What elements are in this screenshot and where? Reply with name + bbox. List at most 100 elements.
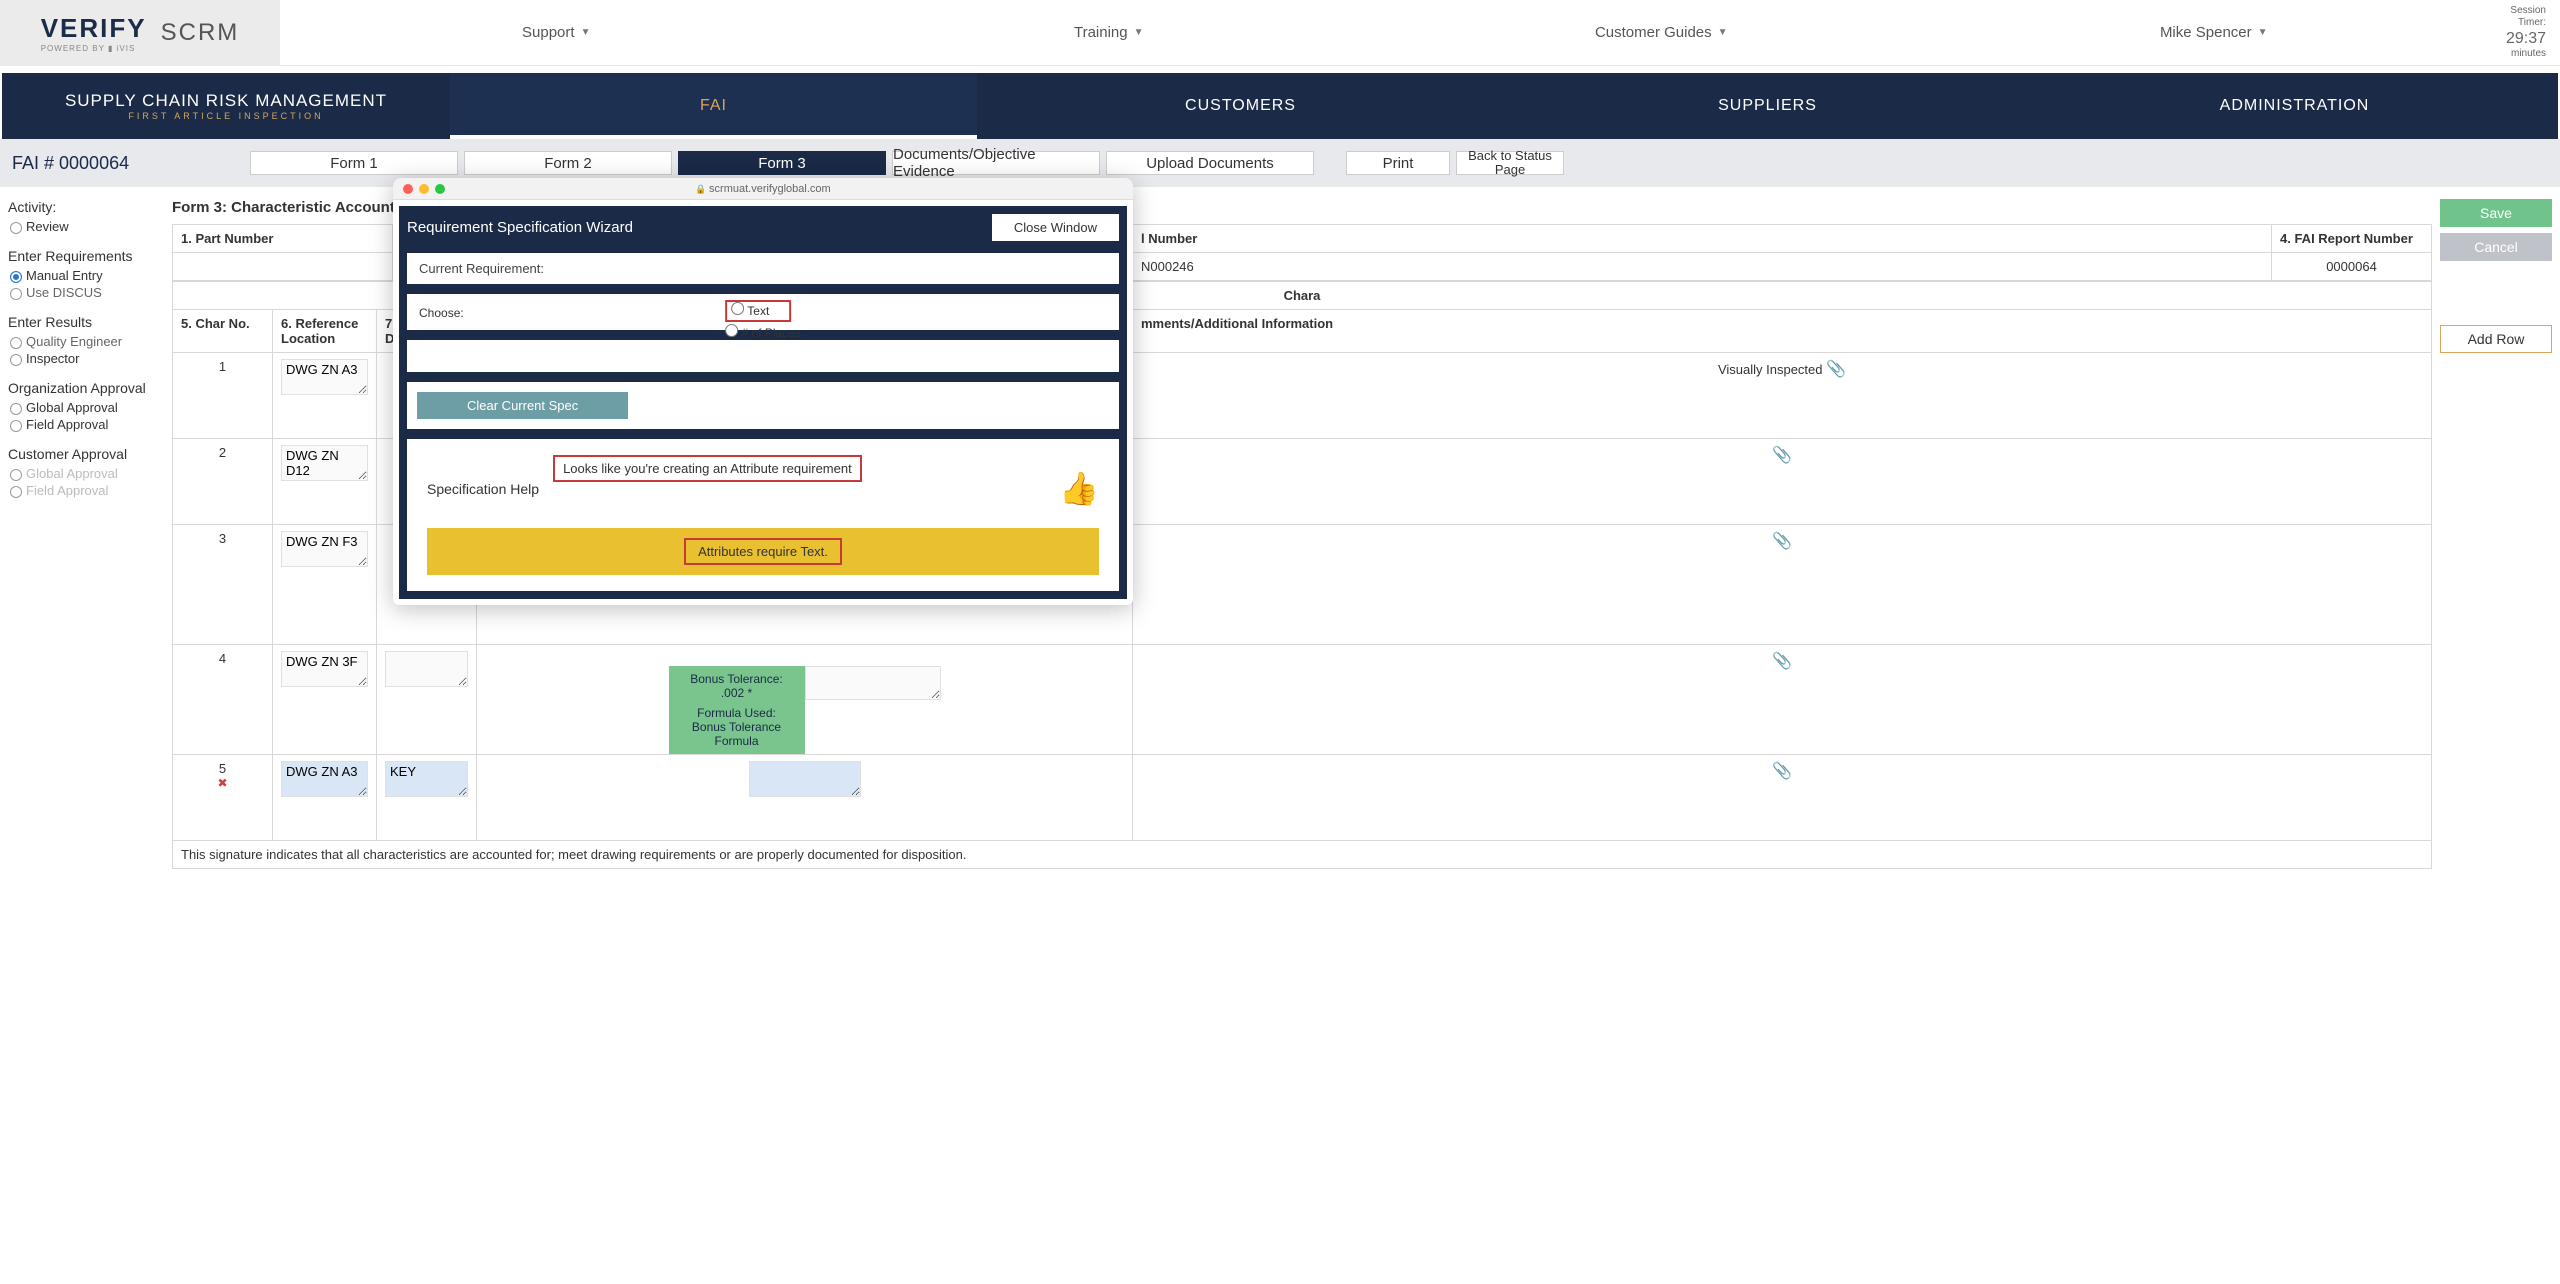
logo-box: VERIFY POWERED BY ▮ iVIS SCRM <box>0 0 280 66</box>
back-line1: Back to Status <box>1468 149 1552 163</box>
radio-places[interactable]: # of Places <box>725 324 801 340</box>
guides-label: Customer Guides <box>1595 24 1712 41</box>
clear-spec-button[interactable]: Clear Current Spec <box>417 392 628 419</box>
tab-suppliers[interactable]: SUPPLIERS <box>1504 73 2031 139</box>
print-button[interactable]: Print <box>1346 151 1450 175</box>
enter-res-head: Enter Results <box>8 314 164 330</box>
support-label: Support <box>522 24 575 41</box>
radio-quality-engineer[interactable]: Quality Engineer <box>8 334 164 349</box>
support-menu[interactable]: Support▼ <box>280 24 833 41</box>
ref-input-4[interactable] <box>281 651 368 687</box>
ref-input-2[interactable] <box>281 445 368 481</box>
ref-input-1[interactable] <box>281 359 368 395</box>
radio-manual-entry[interactable]: Manual Entry <box>8 268 164 283</box>
tab-customers[interactable]: CUSTOMERS <box>977 73 1504 139</box>
result-input-4[interactable] <box>805 666 941 700</box>
session-timer: Session Timer: 29:37 minutes <box>2490 5 2560 60</box>
top-links: Support▼ Training▼ Customer Guides▼ Mike… <box>280 24 2490 41</box>
session-label3: minutes <box>2490 48 2546 60</box>
add-row-button[interactable]: Add Row <box>2440 325 2552 353</box>
delete-row-icon[interactable]: ✖ <box>181 776 264 790</box>
sidebar: Activity: Review Enter Requirements Manu… <box>8 199 164 869</box>
window-titlebar: scrmuat.verifyglobal.com <box>393 178 1133 200</box>
radio-global-approval[interactable]: Global Approval <box>8 400 164 415</box>
attachment-icon[interactable]: 📎 <box>1772 447 1792 464</box>
col-char-no: 5. Char No. <box>173 310 273 353</box>
guides-menu[interactable]: Customer Guides ▼ <box>1385 24 1938 41</box>
attachment-icon[interactable]: 📎 <box>1772 763 1792 780</box>
training-label: Training <box>1074 24 1128 41</box>
form2-button[interactable]: Form 2 <box>464 151 672 175</box>
back-button[interactable]: Back to Status Page <box>1456 151 1564 175</box>
ref-input-5[interactable] <box>281 761 368 797</box>
attachment-icon[interactable]: 📎 <box>1826 361 1846 378</box>
des-input-4[interactable] <box>385 651 468 687</box>
number-value: N000246 <box>1133 253 2272 281</box>
upload-button[interactable]: Upload Documents <box>1106 151 1314 175</box>
nav-subtitle: FIRST ARTICLE INSPECTION <box>128 111 323 121</box>
close-window-icon[interactable] <box>403 184 413 194</box>
col-fai-report: 4. FAI Report Number <box>2272 225 2432 253</box>
current-requirement-row: Current Requirement: <box>407 253 1119 284</box>
main-nav: SUPPLY CHAIN RISK MANAGEMENT FIRST ARTIC… <box>2 73 2558 139</box>
comments-1: Visually Inspected <box>1718 362 1823 377</box>
choose-label: Choose: <box>419 306 464 320</box>
ref-input-3[interactable] <box>281 531 368 567</box>
tab-administration[interactable]: ADMINISTRATION <box>2031 73 2558 139</box>
logo-text: VERIFY <box>41 13 147 44</box>
mid-input-5[interactable] <box>749 761 861 797</box>
nav-tabs: FAI CUSTOMERS SUPPLIERS ADMINISTRATION <box>450 73 2558 139</box>
radio-use-discus[interactable]: Use DISCUS <box>8 285 164 300</box>
wizard-inner: Requirement Specification Wizard Close W… <box>399 206 1127 599</box>
save-button[interactable]: Save <box>2440 199 2552 227</box>
close-wizard-button[interactable]: Close Window <box>992 214 1119 241</box>
logo-subtext: POWERED BY ▮ iVIS <box>41 44 147 53</box>
chevron-down-icon: ▼ <box>2258 27 2268 38</box>
help-message-2: Attributes require Text. <box>684 538 842 565</box>
radio-cust-global-approval: Global Approval <box>8 466 164 481</box>
minimize-window-icon[interactable] <box>419 184 429 194</box>
spec-help-box: Specification Help Looks like you're cre… <box>407 439 1119 591</box>
chevron-down-icon: ▼ <box>1134 27 1144 38</box>
radio-field-approval[interactable]: Field Approval <box>8 417 164 432</box>
documents-button[interactable]: Documents/Objective Evidence <box>892 151 1100 175</box>
attachment-icon[interactable]: 📎 <box>1772 533 1792 550</box>
col-part-number: 1. Part Number <box>173 225 393 253</box>
char-no-1: 1 <box>173 353 273 439</box>
form3-button[interactable]: Form 3 <box>678 151 886 175</box>
table-row: 5 ✖ 📎 <box>173 755 2432 841</box>
help-message-1: Looks like you're creating an Attribute … <box>553 455 862 482</box>
part-number-cell[interactable] <box>173 253 393 281</box>
bonus-l3: Formula Used: <box>675 706 799 720</box>
user-label: Mike Spencer <box>2160 24 2252 41</box>
radio-text[interactable]: Text <box>725 300 791 322</box>
product-name: SCRM <box>161 19 240 47</box>
user-menu[interactable]: Mike Spencer ▼ <box>1938 24 2491 41</box>
spec-input[interactable] <box>407 340 1119 372</box>
char-no-5: 5 <box>219 761 226 776</box>
opt-text-label: Text <box>747 304 769 318</box>
window-url: scrmuat.verifyglobal.com <box>695 183 830 195</box>
fai-id-label: FAI # 0000064 <box>8 153 244 174</box>
char-no-4: 4 <box>173 645 273 755</box>
char-no-3: 3 <box>173 525 273 645</box>
session-time: 29:37 <box>2490 29 2546 48</box>
tab-fai[interactable]: FAI <box>450 73 977 139</box>
bonus-l4: Bonus Tolerance <box>675 720 799 734</box>
form1-button[interactable]: Form 1 <box>250 151 458 175</box>
wizard-title: Requirement Specification Wizard <box>407 219 633 236</box>
des-input-5[interactable] <box>385 761 468 797</box>
training-menu[interactable]: Training ▼ <box>833 24 1386 41</box>
radio-inspector[interactable]: Inspector <box>8 351 164 366</box>
app-title: SUPPLY CHAIN RISK MANAGEMENT FIRST ARTIC… <box>2 73 450 139</box>
spec-help-label: Specification Help <box>427 481 539 497</box>
radio-review[interactable]: Review <box>8 219 164 234</box>
maximize-window-icon[interactable] <box>435 184 445 194</box>
col-number: l Number <box>1133 225 2272 253</box>
cancel-button[interactable]: Cancel <box>2440 233 2552 261</box>
session-label2: Timer: <box>2490 17 2546 29</box>
attachment-icon[interactable]: 📎 <box>1772 653 1792 670</box>
customer-approval-head: Customer Approval <box>8 446 164 462</box>
chevron-down-icon: ▼ <box>1718 27 1728 38</box>
main-content: Activity: Review Enter Requirements Manu… <box>0 187 2560 881</box>
